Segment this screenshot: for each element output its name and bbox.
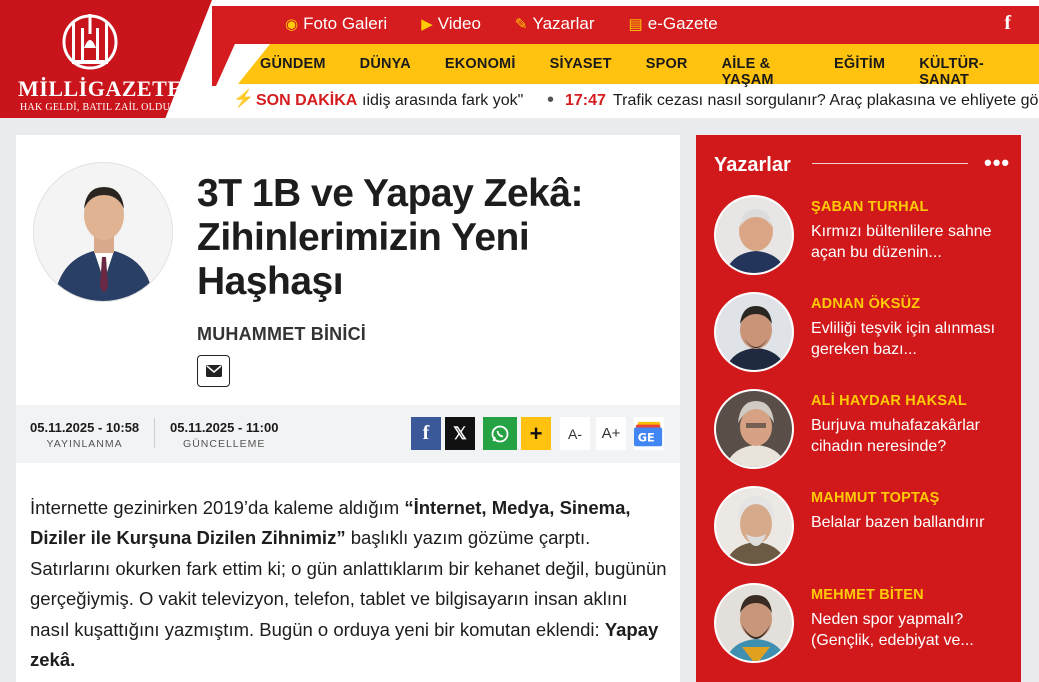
article-title: 3T 1B ve Yapay Zekâ: Zihinlerimizin Yeni… (197, 172, 584, 303)
writer-name: ŞABAN TURHAL (811, 199, 929, 215)
nav-aile-yasam[interactable]: AİLE & YAŞAM (722, 56, 800, 88)
writer-name: MEHMET BİTEN (811, 587, 924, 603)
share-x-button[interactable]: 𝕏 (445, 417, 475, 450)
nav-siyaset[interactable]: SİYASET (550, 56, 612, 88)
google-news-button[interactable]: GE (634, 417, 664, 450)
updated-date: 05.11.2025 - 11:00 GÜNCELLEME (170, 420, 279, 450)
photo-gallery-link[interactable]: ◉ Foto Galeri (285, 14, 387, 34)
category-nav: GÜNDEM DÜNYA EKONOMİ SİYASET SPOR AİLE &… (260, 56, 1039, 88)
share-facebook-button[interactable]: f (411, 417, 441, 450)
google-news-icon: GE (634, 421, 663, 446)
nav-ekonomi[interactable]: EKONOMİ (445, 56, 516, 88)
nav-kultur-sanat[interactable]: KÜLTÜR-SANAT (919, 56, 1005, 88)
writer-headline: Belalar bazen ballandırır (811, 514, 985, 531)
writer-avatar (714, 292, 794, 372)
writer-headline: Evliliği teşvik için alınması gereken ba… (811, 320, 996, 358)
article-body: İnternette gezinirken 2019’da kaleme ald… (30, 497, 667, 671)
envelope-icon (205, 365, 222, 377)
ticker-item[interactable]: ıidiş arasında fark yok" (362, 92, 523, 110)
font-larger-button[interactable]: A+ (596, 417, 626, 450)
published-date: 05.11.2025 - 10:58 YAYINLANMA (30, 420, 140, 450)
ticker-time: 17:47 (565, 92, 606, 109)
nav-dunya[interactable]: DÜNYA (360, 56, 411, 88)
nav-spor[interactable]: SPOR (646, 56, 688, 88)
ticker-separator: • (547, 89, 555, 111)
writer-headline: Kırmızı bültenlilere sahne açan bu düzen… (811, 223, 992, 261)
video-icon: ▶ (421, 16, 433, 33)
writer-avatar (714, 486, 794, 566)
writer-item[interactable]: MEHMET BİTEN Neden spor yapmalı? (Gençli… (714, 583, 1014, 663)
writer-item[interactable]: MAHMUT TOPTAŞ Belalar bazen ballandırır (714, 486, 1014, 566)
svg-text:GE: GE (638, 431, 655, 444)
camera-icon: ◉ (285, 16, 299, 33)
breaking-label: SON DAKİKA (256, 92, 358, 109)
share-whatsapp-button[interactable] (483, 417, 517, 450)
writer-headline: Burjuva muhafazakârlar cihadın neresinde… (811, 417, 980, 455)
sidebar-divider (812, 163, 968, 164)
logo-text[interactable]: MİLLİGAZETE (18, 76, 182, 102)
writer-avatar (714, 583, 794, 663)
more-icon[interactable]: ••• (984, 150, 1010, 176)
font-smaller-button[interactable]: A- (560, 417, 590, 450)
mosque-logo-icon (62, 14, 118, 70)
writer-avatar (714, 195, 794, 275)
writer-avatar (714, 389, 794, 469)
writer-name: ALİ HAYDAR HAKSAL (811, 393, 967, 409)
facebook-icon[interactable]: f (1004, 12, 1011, 35)
sidebar-title[interactable]: Yazarlar (714, 154, 791, 177)
share-more-button[interactable]: + (521, 417, 551, 450)
author-name[interactable]: MUHAMMET BİNİCİ (197, 324, 366, 345)
author-avatar[interactable] (33, 162, 173, 302)
writer-name: ADNAN ÖKSÜZ (811, 296, 921, 312)
top-links: ◉ Foto Galeri ▶ Video ✎ Yazarlar ▤ e-Gaz… (285, 14, 718, 34)
nav-egitim[interactable]: EĞİTİM (834, 56, 885, 88)
writers-link[interactable]: ✎ Yazarlar (515, 14, 595, 34)
logo-slogan: HAK GELDİ, BATIL ZAİL OLDU (20, 102, 171, 113)
e-newspaper-link[interactable]: ▤ e-Gazete (629, 14, 718, 34)
newspaper-icon: ▤ (628, 16, 643, 33)
writer-item[interactable]: ŞABAN TURHAL Kırmızı bültenlilere sahne … (714, 195, 1014, 275)
breaking-news-ticker: ⚡ SON DAKİKA ıidiş arasında fark yok" • … (230, 88, 1039, 114)
meta-divider (154, 418, 155, 448)
video-link[interactable]: ▶ Video (421, 14, 481, 34)
pen-icon: ✎ (514, 16, 528, 33)
email-button[interactable] (197, 355, 230, 387)
writer-item[interactable]: ALİ HAYDAR HAKSAL Burjuva muhafazakârlar… (714, 389, 1014, 469)
nav-gundem[interactable]: GÜNDEM (260, 56, 326, 88)
writer-item[interactable]: ADNAN ÖKSÜZ Evliliği teşvik için alınmas… (714, 292, 1014, 372)
ticker-item[interactable]: Trafik cezası nasıl sorgulanır? Araç pla… (613, 92, 1039, 110)
writer-name: MAHMUT TOPTAŞ (811, 490, 940, 506)
lightning-icon: ⚡ (233, 89, 255, 108)
writer-headline: Neden spor yapmalı? (Gençlik, edebiyat v… (811, 611, 974, 649)
author-photo (34, 163, 172, 301)
whatsapp-icon (491, 425, 509, 442)
